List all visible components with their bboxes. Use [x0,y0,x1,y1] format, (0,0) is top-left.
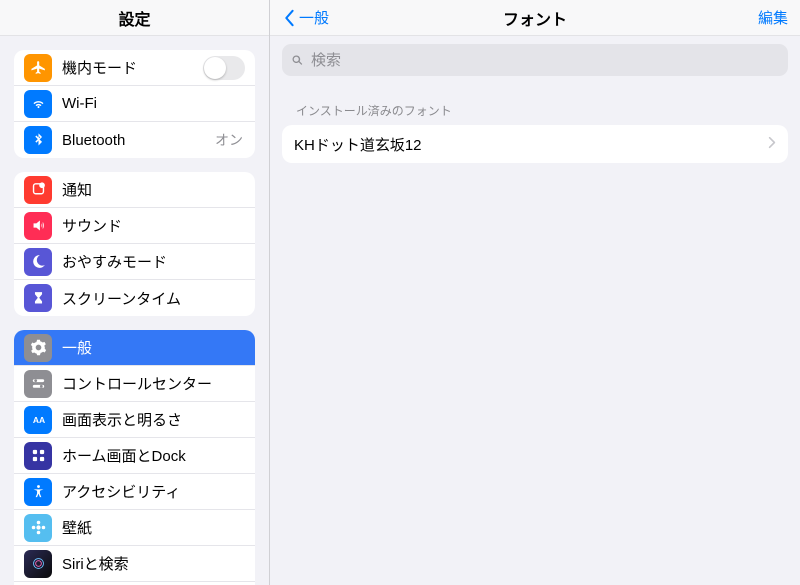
sidebar-item-label: Siriと検索 [62,553,245,574]
hourglass-icon [24,284,52,312]
svg-text:AA: AA [32,415,44,425]
sidebar-item-homescreen[interactable]: ホーム画面とDock [14,438,255,474]
sidebar-item-dnd[interactable]: おやすみモード [14,244,255,280]
sidebar-item-label: 壁紙 [62,517,245,538]
detail-title: フォント [270,6,800,30]
airplane-icon [24,54,52,82]
font-row[interactable]: KHドット道玄坂12 [282,125,788,163]
grid-icon [24,442,52,470]
sidebar-item-label: アクセシビリティ [62,481,245,502]
speaker-icon [24,212,52,240]
chevron-left-icon [282,9,296,27]
bell-icon [24,176,52,204]
sidebar-item-label: おやすみモード [62,251,245,272]
sidebar-title: 設定 [0,0,269,36]
font-name: KHドット道玄坂12 [294,134,768,155]
sidebar-item-control-center[interactable]: コントロールセンター [14,366,255,402]
bluetooth-icon [24,126,52,154]
detail-header: 一般 フォント 編集 [270,0,800,36]
gear-icon [24,334,52,362]
sidebar-item-label: Bluetooth [62,132,215,149]
sidebar-item-label: ホーム画面とDock [62,445,245,466]
chevron-right-icon [768,136,776,153]
airplane-toggle[interactable] [203,56,245,80]
person-icon [24,478,52,506]
installed-fonts-header: インストール済みのフォント [270,76,800,125]
sidebar-item-label: 画面表示と明るさ [62,409,245,430]
sidebar-group-notifications: 通知 サウンド おやすみモード スクリーンタイム [14,172,255,316]
flower-icon [24,514,52,542]
sidebar-item-label: サウンド [62,215,245,236]
sidebar-item-label: スクリーンタイム [62,288,245,309]
siri-icon [24,550,52,578]
sidebar-item-label: 一般 [62,337,245,358]
search-field[interactable] [282,44,788,76]
installed-fonts-list: KHドット道玄坂12 [282,125,788,163]
switches-icon [24,370,52,398]
moon-icon [24,248,52,276]
sidebar-item-screentime[interactable]: スクリーンタイム [14,280,255,316]
edit-button[interactable]: 編集 [758,7,788,28]
sidebar-item-siri[interactable]: Siriと検索 [14,546,255,582]
detail-pane: 一般 フォント 編集 インストール済みのフォント KHドット道玄坂12 [270,0,800,585]
sidebar-item-sound[interactable]: サウンド [14,208,255,244]
search-icon [290,53,305,68]
search-input[interactable] [311,52,780,69]
search-wrap [270,36,800,76]
sidebar-item-label: コントロールセンター [62,373,245,394]
sidebar-item-bluetooth[interactable]: Bluetooth オン [14,122,255,158]
sidebar-item-label: Wi-Fi [62,95,245,112]
back-label: 一般 [299,7,329,28]
sidebar-item-wallpaper[interactable]: 壁紙 [14,510,255,546]
sidebar-item-general[interactable]: 一般 [14,330,255,366]
bluetooth-status: オン [215,130,245,150]
sidebar-item-accessibility[interactable]: アクセシビリティ [14,474,255,510]
sidebar-item-display[interactable]: AA 画面表示と明るさ [14,402,255,438]
sidebar-item-label: 機内モード [62,57,203,78]
wifi-icon [24,90,52,118]
sidebar-item-wifi[interactable]: Wi-Fi [14,86,255,122]
sidebar-item-label: 通知 [62,179,245,200]
settings-sidebar: 設定 機内モード Wi-Fi Bluetooth オン [0,0,270,585]
sidebar-item-airplane[interactable]: 機内モード [14,50,255,86]
back-button[interactable]: 一般 [282,7,329,28]
sidebar-item-notifications[interactable]: 通知 [14,172,255,208]
aa-icon: AA [24,406,52,434]
sidebar-group-general: 一般 コントロールセンター AA 画面表示と明るさ ホーム画面とDock アクセ… [14,330,255,585]
sidebar-group-connectivity: 機内モード Wi-Fi Bluetooth オン [14,50,255,158]
